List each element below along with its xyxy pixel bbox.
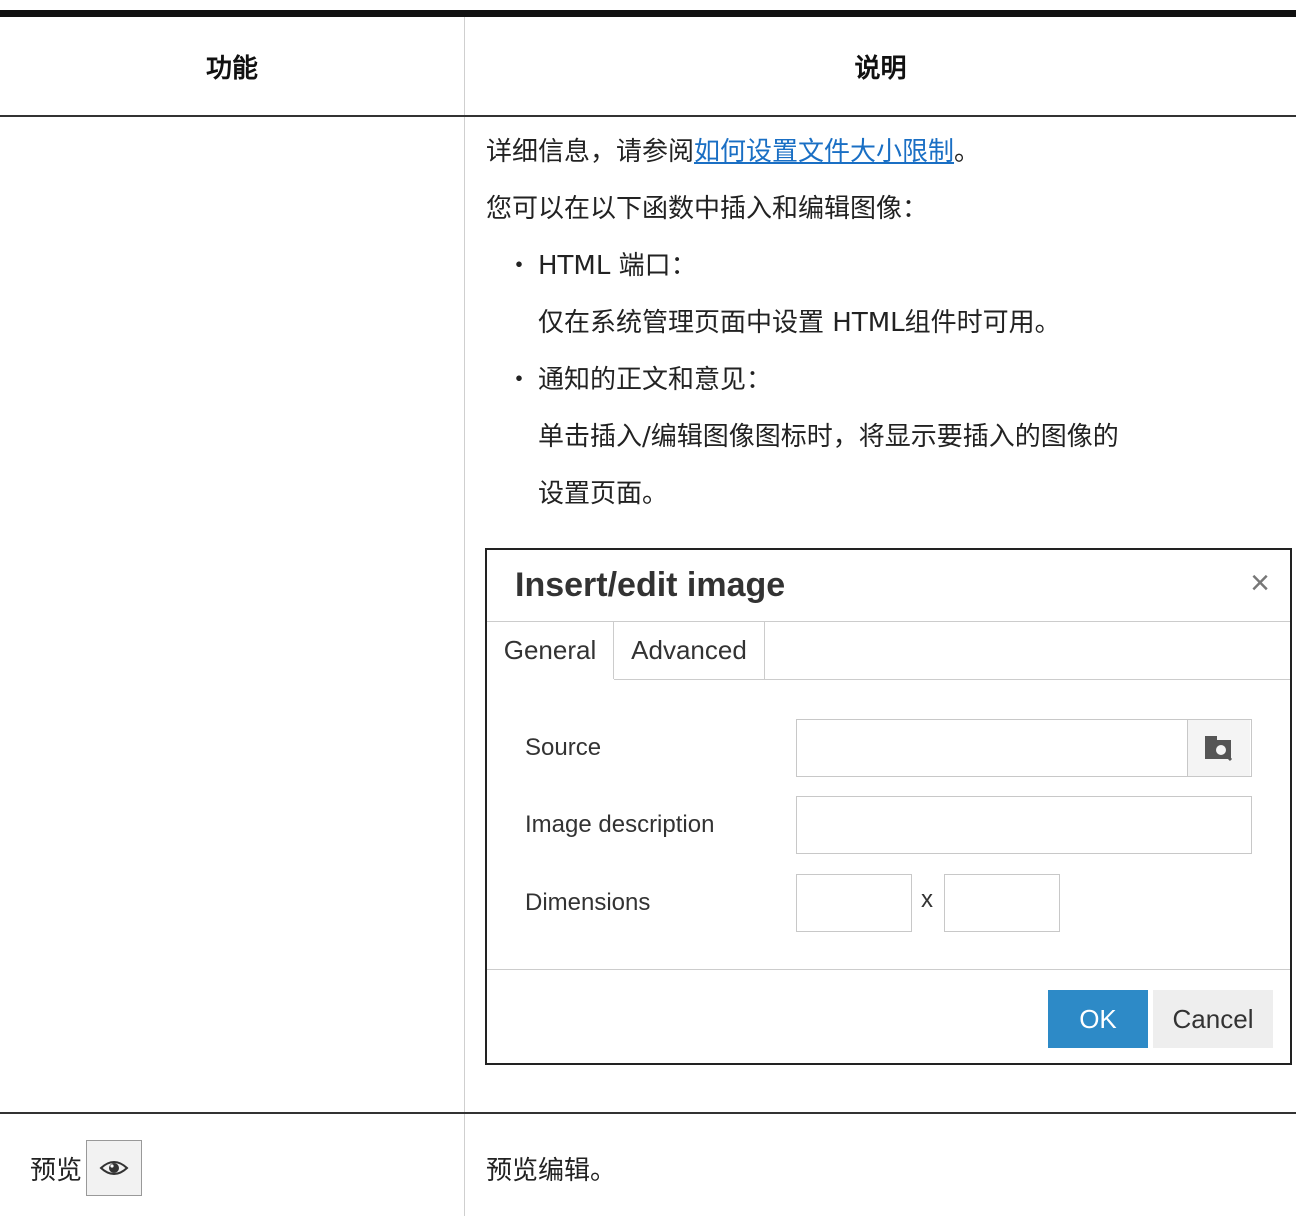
detail-suffix: 。 xyxy=(954,137,981,167)
image-description-input[interactable] xyxy=(796,796,1252,854)
feature-table: 功能 说明 详细信息，请参阅如何设置文件大小限制。 您可以在以下函数中插入和编辑… xyxy=(0,0,1296,1216)
tab-rule xyxy=(614,679,1290,680)
row2-function: 预览 xyxy=(30,1140,143,1196)
header-rule xyxy=(0,115,1296,117)
insert-edit-image-dialog: Insert/edit image × General Advanced Sou… xyxy=(485,548,1292,1065)
bullet-desc-cont: 设置页面。 xyxy=(538,479,669,509)
width-input[interactable] xyxy=(796,874,912,932)
bullet-dot: ・ xyxy=(506,365,533,395)
bullet-item-notification: ・通知的正文和意见： xyxy=(486,352,1286,409)
file-size-limit-link[interactable]: 如何设置文件大小限制 xyxy=(694,137,954,167)
row2-description: 预览编辑。 xyxy=(486,1156,617,1186)
source-input[interactable] xyxy=(796,719,1252,777)
dialog-title: Insert/edit image xyxy=(515,566,786,604)
bullet-desc: 单击插入/编辑图像图标时，将显示要插入的图像的 xyxy=(538,422,1119,452)
folder-search-icon xyxy=(1205,736,1233,762)
preview-label: 预览 xyxy=(30,1155,83,1186)
source-label: Source xyxy=(525,734,602,761)
bullet-title: 通知的正文和意见： xyxy=(538,365,773,395)
dialog-footer-rule xyxy=(487,969,1290,970)
detail-line: 详细信息，请参阅如何设置文件大小限制。 xyxy=(486,124,1286,181)
eye-icon xyxy=(99,1161,129,1175)
bullet-item-html-port: ・ HTML 端口： xyxy=(486,238,1286,295)
dimensions-separator: x xyxy=(921,886,933,913)
table-top-rule xyxy=(0,10,1296,17)
detail-prefix: 详细信息，请参阅 xyxy=(486,137,695,167)
dimensions-label: Dimensions xyxy=(525,889,651,916)
cancel-button[interactable]: Cancel xyxy=(1153,990,1273,1048)
bullet-dot: ・ xyxy=(506,251,533,281)
preview-button[interactable] xyxy=(86,1140,143,1196)
ok-button[interactable]: OK xyxy=(1048,990,1148,1048)
image-description-label: Image description xyxy=(525,811,715,838)
header-description: 说明 xyxy=(854,53,907,84)
bullet-title: HTML 端口： xyxy=(538,251,697,281)
row1-description: 详细信息，请参阅如何设置文件大小限制。 您可以在以下函数中插入和编辑图像： ・ H… xyxy=(486,124,1286,523)
intro-line: 您可以在以下函数中插入和编辑图像： xyxy=(486,194,929,224)
close-icon[interactable]: × xyxy=(1250,564,1270,603)
tab-general[interactable]: General xyxy=(487,622,614,679)
tab-advanced[interactable]: Advanced xyxy=(614,622,765,679)
column-divider xyxy=(464,17,465,1216)
bullet-desc: 仅在系统管理页面中设置 HTML组件时可用。 xyxy=(538,308,1061,338)
header-function: 功能 xyxy=(205,53,258,84)
row-rule xyxy=(0,1112,1296,1114)
height-input[interactable] xyxy=(944,874,1060,932)
browse-button[interactable] xyxy=(1187,720,1250,776)
